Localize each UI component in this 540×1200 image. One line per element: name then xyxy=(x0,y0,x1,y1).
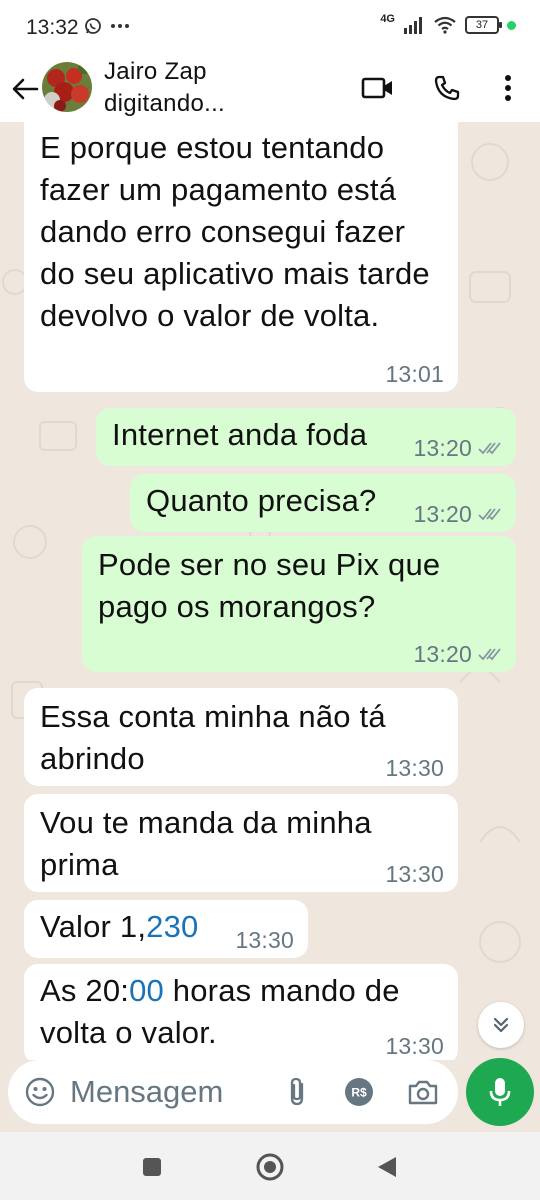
contact-name[interactable]: Jairo Zap xyxy=(104,58,207,86)
chat-header: Jairo Zap digitando... xyxy=(0,56,540,122)
signal-icon xyxy=(404,17,422,34)
back-nav-button[interactable] xyxy=(370,1150,404,1184)
phone-icon xyxy=(434,75,460,101)
nav-back-icon xyxy=(378,1157,396,1177)
status-left-icons xyxy=(84,17,130,35)
message-time: 13:30 xyxy=(235,927,294,953)
avatar[interactable] xyxy=(42,62,92,112)
video-call-icon xyxy=(361,77,392,99)
status-right-icons: 4G 37 xyxy=(380,13,516,34)
message-bubble-outgoing[interactable]: Pode ser no seu Pix que pago os morangos… xyxy=(82,536,516,672)
message-time-group: 13:20 xyxy=(413,502,502,526)
message-time: 13:20 xyxy=(413,435,472,461)
message-bubble-outgoing[interactable]: Quanto precisa? 13:20 xyxy=(130,474,516,532)
message-time: 13:01 xyxy=(385,361,444,387)
message-time-group: 13:20 xyxy=(413,642,502,666)
system-navigation-bar xyxy=(0,1132,540,1200)
message-text: E porque estou tentando fazer um pagamen… xyxy=(40,130,430,333)
message-time: 13:30 xyxy=(385,1033,444,1059)
message-bubble-incoming[interactable]: Valor 1,230 13:30 xyxy=(24,900,308,958)
message-composer: R$ xyxy=(8,1060,458,1124)
voice-call-button[interactable] xyxy=(427,68,467,108)
scroll-down-icon xyxy=(493,1017,509,1033)
nav-recents-icon xyxy=(143,1158,161,1176)
network-type: 4G xyxy=(380,13,395,25)
back-button[interactable] xyxy=(8,72,42,106)
message-time: 13:20 xyxy=(413,501,472,527)
whatsapp-notification-icon xyxy=(85,18,101,34)
message-time: 13:30 xyxy=(385,861,444,887)
camera-icon xyxy=(408,1080,438,1105)
message-bubble-incoming[interactable]: As 20:00 horas mando de volta o valor. 1… xyxy=(24,964,458,1060)
more-options-button[interactable] xyxy=(488,68,528,108)
phone-number-link[interactable]: 230 xyxy=(146,909,198,944)
message-time: 13:30 xyxy=(385,755,444,781)
scroll-to-bottom-button[interactable] xyxy=(478,1002,524,1048)
double-check-icon xyxy=(478,648,501,661)
wifi-icon xyxy=(434,16,456,34)
double-check-icon xyxy=(478,508,501,521)
emoji-button[interactable] xyxy=(24,1076,56,1108)
attach-button[interactable] xyxy=(280,1075,314,1109)
recents-button[interactable] xyxy=(135,1150,169,1184)
message-text: Essa conta minha não tá abrindo xyxy=(40,699,386,776)
double-check-icon xyxy=(478,442,501,455)
emoji-icon xyxy=(25,1077,55,1107)
voice-message-button[interactable] xyxy=(466,1058,534,1126)
attach-icon xyxy=(290,1077,304,1106)
message-text-prefix: As 20: xyxy=(40,973,130,1008)
message-bubble-incoming[interactable]: E porque estou tentando fazer um pagamen… xyxy=(24,122,458,392)
back-arrow-icon xyxy=(12,78,39,100)
payment-button[interactable]: R$ xyxy=(342,1075,376,1109)
mic-icon xyxy=(489,1078,511,1106)
contact-status: digitando... xyxy=(104,90,226,117)
svg-text:R$: R$ xyxy=(351,1086,367,1100)
battery-indicator: 37 xyxy=(465,16,502,34)
message-input[interactable] xyxy=(70,1070,270,1114)
message-time: 13:20 xyxy=(413,641,472,667)
home-button[interactable] xyxy=(253,1150,287,1184)
message-bubble-incoming[interactable]: Essa conta minha não tá abrindo 13:30 xyxy=(24,688,458,786)
message-text: Pode ser no seu Pix que pago os morangos… xyxy=(98,547,441,624)
camera-button[interactable] xyxy=(406,1075,440,1109)
privacy-indicator-dot xyxy=(507,20,516,30)
time-link[interactable]: 00 xyxy=(129,973,164,1008)
status-bar: 13:32 4G 37 xyxy=(0,0,540,56)
payment-icon: R$ xyxy=(345,1078,373,1106)
message-text-prefix: Valor 1, xyxy=(40,909,147,944)
message-bubble-outgoing[interactable]: Internet anda foda 13:20 xyxy=(96,408,516,466)
chat-area[interactable]: E porque estou tentando fazer um pagamen… xyxy=(0,122,540,1060)
status-time: 13:32 xyxy=(26,16,79,39)
message-time-group: 13:20 xyxy=(413,436,502,460)
nav-home-icon xyxy=(256,1153,284,1181)
video-call-button[interactable] xyxy=(358,68,398,108)
strawberry-avatar-image xyxy=(42,62,92,112)
more-vert-icon xyxy=(505,75,511,101)
message-bubble-incoming[interactable]: Vou te manda da minha prima 13:30 xyxy=(24,794,458,892)
message-text: Vou te manda da minha prima xyxy=(40,805,372,882)
more-notifications-icon xyxy=(111,24,129,28)
